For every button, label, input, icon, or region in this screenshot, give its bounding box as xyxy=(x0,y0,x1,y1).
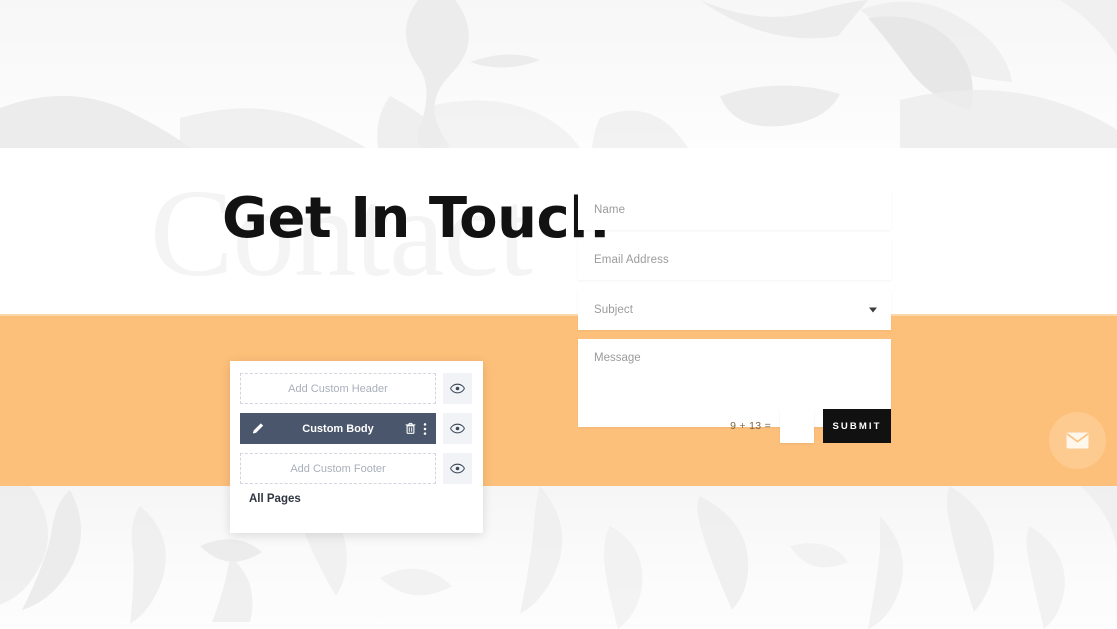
template-row-footer: Add Custom Footer xyxy=(240,453,473,484)
page-root: Contact Get In Touch Name Email Address … xyxy=(0,0,1117,629)
orange-band xyxy=(0,314,1117,486)
contact-form: Name Email Address Subject Message xyxy=(578,189,891,427)
toggle-header-visibility-button[interactable] xyxy=(443,373,472,404)
scope-label: All Pages xyxy=(249,493,301,505)
add-custom-footer-label: Add Custom Footer xyxy=(290,462,386,475)
template-builder-panel: Add Custom Header Custom Body Add Custom… xyxy=(230,361,483,533)
email-field[interactable]: Email Address xyxy=(578,239,891,280)
submit-button[interactable]: SUBMIT xyxy=(823,409,891,443)
add-custom-footer-button[interactable]: Add Custom Footer xyxy=(240,453,436,484)
add-custom-header-button[interactable]: Add Custom Header xyxy=(240,373,436,404)
trash-icon[interactable] xyxy=(405,422,416,435)
captcha-row: 9 + 13 = SUBMIT xyxy=(578,409,891,443)
name-field[interactable]: Name xyxy=(578,189,891,230)
decorative-pattern-bottom xyxy=(0,486,1117,629)
email-fab-button[interactable] xyxy=(1049,412,1106,469)
template-row-header: Add Custom Header xyxy=(240,373,473,404)
captcha-question: 9 + 13 = xyxy=(730,420,771,432)
name-field-placeholder: Name xyxy=(594,203,626,216)
subject-select-placeholder: Subject xyxy=(594,303,634,316)
custom-body-label: Custom Body xyxy=(302,422,374,435)
eye-icon xyxy=(450,463,465,474)
email-field-placeholder: Email Address xyxy=(594,253,669,266)
chevron-down-icon xyxy=(869,307,877,312)
pencil-icon[interactable] xyxy=(251,422,264,435)
more-vertical-icon[interactable] xyxy=(423,422,427,435)
message-placeholder: Message xyxy=(594,352,641,364)
toggle-footer-visibility-button[interactable] xyxy=(443,453,472,484)
page-title: Get In Touch xyxy=(222,186,609,251)
captcha-input[interactable] xyxy=(780,409,814,443)
decorative-pattern-top xyxy=(0,0,1117,148)
toggle-body-visibility-button[interactable] xyxy=(443,413,472,444)
custom-body-item[interactable]: Custom Body xyxy=(240,413,436,444)
add-custom-header-label: Add Custom Header xyxy=(288,382,388,395)
eye-icon xyxy=(450,383,465,394)
custom-body-actions xyxy=(405,422,427,435)
subject-select[interactable]: Subject xyxy=(578,289,891,330)
template-row-body: Custom Body xyxy=(240,413,473,444)
eye-icon xyxy=(450,423,465,434)
envelope-icon xyxy=(1066,432,1089,449)
